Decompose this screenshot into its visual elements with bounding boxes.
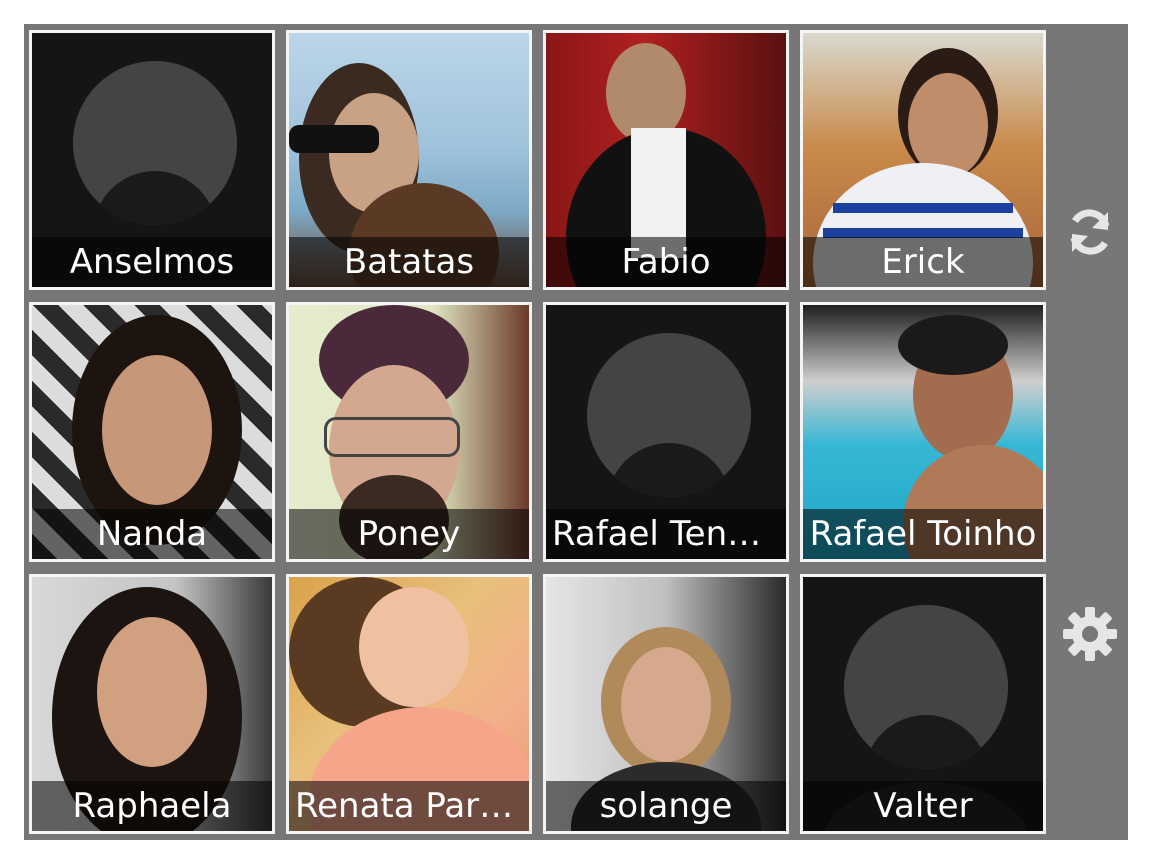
settings-button[interactable] — [1060, 604, 1120, 664]
contact-name: Erick — [803, 237, 1043, 287]
contact-tile-raphaela[interactable]: Raphaela — [29, 574, 275, 834]
contact-tile-rafael-tenor[interactable]: Rafael Tenor… — [543, 302, 789, 562]
contact-tile-nanda[interactable]: Nanda — [29, 302, 275, 562]
sync-button[interactable] — [1060, 202, 1120, 262]
contact-tile-renata[interactable]: Renata Para… — [286, 574, 532, 834]
contact-name: Nanda — [32, 509, 272, 559]
contact-tile-fabio[interactable]: Fabio — [543, 30, 789, 290]
gear-icon — [1063, 607, 1117, 661]
contact-name: Rafael Toinho — [803, 509, 1043, 559]
contacts-panel: Anselmos Batatas Fabio Erick Nanda Poney… — [24, 24, 1128, 840]
contact-tile-batatas[interactable]: Batatas — [286, 30, 532, 290]
contact-tile-rafael-toinho[interactable]: Rafael Toinho — [800, 302, 1046, 562]
contact-tile-solange[interactable]: solange — [543, 574, 789, 834]
contact-name: Valter — [803, 781, 1043, 831]
contact-grid: Anselmos Batatas Fabio Erick Nanda Poney… — [29, 30, 1046, 834]
contact-name: Fabio — [546, 237, 786, 287]
contact-name: Poney — [289, 509, 529, 559]
contact-name: Anselmos — [32, 237, 272, 287]
contact-name: Raphaela — [32, 781, 272, 831]
contact-tile-anselmos[interactable]: Anselmos — [29, 30, 275, 290]
contact-name: solange — [546, 781, 786, 831]
contact-name: Batatas — [289, 237, 529, 287]
contact-tile-erick[interactable]: Erick — [800, 30, 1046, 290]
contact-tile-poney[interactable]: Poney — [286, 302, 532, 562]
contact-name: Renata Para… — [289, 781, 529, 831]
sync-icon — [1070, 209, 1110, 255]
contact-name: Rafael Tenor… — [546, 509, 786, 559]
contact-tile-valter[interactable]: Valter — [800, 574, 1046, 834]
